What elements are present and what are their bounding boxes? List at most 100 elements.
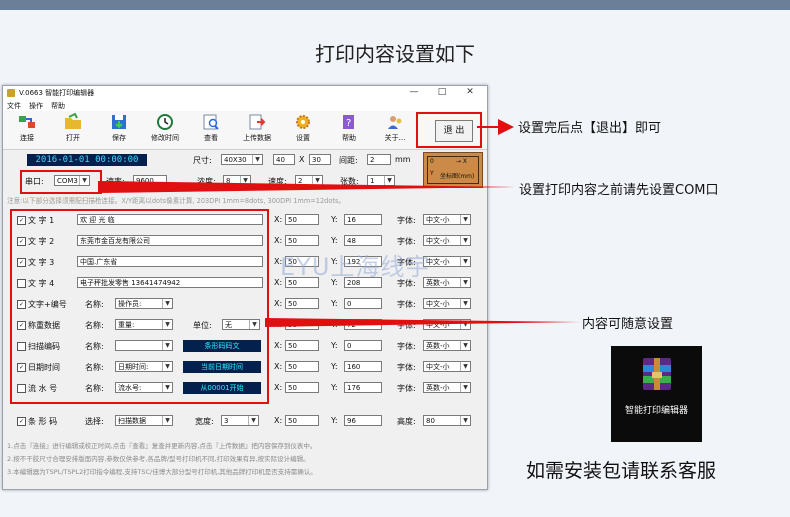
unit-select[interactable]: 无 ▼ <box>222 319 260 330</box>
menu-file[interactable]: 文件 <box>7 101 21 111</box>
chevron-down-icon: ▼ <box>312 176 322 185</box>
row-checkbox[interactable]: ✓ <box>17 363 26 372</box>
name-select[interactable]: 操作员: ▼ <box>115 298 173 309</box>
baud-input[interactable]: 9600 <box>133 175 167 186</box>
name-label: 名称: <box>85 384 104 393</box>
exit-button[interactable]: 退 出 <box>435 120 473 142</box>
density-select[interactable]: 8 ▼ <box>223 175 251 186</box>
x-input[interactable]: 50 <box>285 382 319 393</box>
font-select[interactable]: 中文-小 ▼ <box>423 214 471 225</box>
text-input[interactable]: 中国.广东省 <box>77 256 263 267</box>
barcode-select[interactable]: 扫描数据 ▼ <box>115 415 173 426</box>
name-select[interactable]: ▼ <box>115 340 173 351</box>
font-select[interactable]: 英数-小 ▼ <box>423 340 471 351</box>
row-checkbox[interactable]: ✓ <box>17 237 26 246</box>
menu-help[interactable]: 帮助 <box>51 101 65 111</box>
y-input[interactable]: 48 <box>344 235 382 246</box>
text-input[interactable]: 东莞市金百龙有限公司 <box>77 235 263 246</box>
text-input[interactable]: 电子秤批发零售 13641474942 <box>77 277 263 288</box>
com-annotation: 设置打印内容之前请先设置COM口 <box>519 183 719 198</box>
content-annotation: 内容可随意设置 <box>582 317 674 332</box>
y-input[interactable]: 16 <box>344 214 382 225</box>
row-label: 称重数据 <box>28 321 60 330</box>
x-input[interactable]: 50 <box>285 298 319 309</box>
row-checkbox[interactable]: ✓ <box>17 300 26 309</box>
y-input[interactable]: 0 <box>344 298 382 309</box>
upload-icon <box>247 113 267 131</box>
gap-input[interactable]: 2 <box>367 154 391 165</box>
x-input[interactable]: 50 <box>285 340 319 351</box>
x-label: X: <box>274 236 283 245</box>
barcode-y-input[interactable]: 96 <box>344 415 382 426</box>
minimize-button[interactable]: — <box>403 87 425 97</box>
font-select[interactable]: 中文-小 ▼ <box>423 319 471 330</box>
font-select[interactable]: 中文-小 ▼ <box>423 298 471 309</box>
menu-operate[interactable]: 操作 <box>29 101 43 111</box>
toolbar-save-button[interactable]: 保存 <box>99 113 139 143</box>
toolbar-help-button[interactable]: ? 帮助 <box>329 113 369 143</box>
y-input[interactable]: 0 <box>344 340 382 351</box>
y-input[interactable]: 160 <box>344 361 382 372</box>
height-input[interactable]: 30 <box>309 154 331 165</box>
toolbar-connect-button[interactable]: 连接 <box>7 113 47 143</box>
field-button[interactable]: 条形码码文 <box>183 340 261 352</box>
footer-line: 3.本编辑器为TSPL/TSPL2打印指令编程,支持TSC/佳博大部分型号打印机… <box>7 468 317 476</box>
port-select[interactable]: COM3 ▼ <box>54 175 90 186</box>
field-button[interactable]: 当前日期时间 <box>183 361 261 373</box>
baud-label: 速率: <box>106 177 125 186</box>
chevron-down-icon: ▼ <box>460 416 470 425</box>
speed-select[interactable]: 2 ▼ <box>295 175 323 186</box>
x-input[interactable]: 50 <box>285 214 319 225</box>
font-select[interactable]: 英数-小 ▼ <box>423 382 471 393</box>
barcode-height-select[interactable]: 80 ▼ <box>423 415 471 426</box>
toolbar-about-button[interactable]: 关于... <box>375 113 415 143</box>
x-input[interactable]: 50 <box>285 319 319 330</box>
row-label: 文 字 2 <box>28 237 55 246</box>
width-input[interactable]: 40 <box>273 154 295 165</box>
toolbar-open-button[interactable]: 打开 <box>53 112 93 143</box>
toolbar-settings-button[interactable]: 设置 <box>283 113 323 143</box>
font-select[interactable]: 中文-小 ▼ <box>423 235 471 246</box>
chevron-down-icon: ▼ <box>460 341 470 350</box>
x-input[interactable]: 50 <box>285 235 319 246</box>
row-checkbox[interactable]: ✓ <box>17 321 26 330</box>
row-checkbox[interactable] <box>17 342 26 351</box>
barcode-x-input[interactable]: 50 <box>285 415 319 426</box>
row-checkbox[interactable] <box>17 384 26 393</box>
name-select[interactable]: 流水号: ▼ <box>115 382 173 393</box>
x-input[interactable]: 50 <box>285 361 319 372</box>
name-select[interactable]: 重量: ▼ <box>115 319 173 330</box>
barcode-checkbox[interactable]: ✓ <box>17 417 26 426</box>
row-checkbox[interactable]: ✓ <box>17 216 26 225</box>
row-checkbox[interactable] <box>17 279 26 288</box>
name-value: 操作员: <box>118 300 142 308</box>
chevron-down-icon: ▼ <box>460 299 470 308</box>
y-label: Y: <box>331 341 338 350</box>
barcode-row: ✓ 条 形 码 选择: 扫描数据 ▼ 宽度: 3 ▼ X: 50 Y: 96 高度:… <box>7 414 485 432</box>
text-input[interactable]: 欢 迎 光 临 <box>77 214 263 225</box>
toolbar-time-button[interactable]: 修改时间 <box>145 113 185 143</box>
toolbar-upload-button[interactable]: 上传数据 <box>237 113 277 143</box>
toolbar-label: 帮助 <box>342 134 356 142</box>
font-select[interactable]: 中文-小 ▼ <box>423 361 471 372</box>
size-select[interactable]: 40X30 ▼ <box>221 154 263 165</box>
toolbar-label: 连接 <box>20 134 34 142</box>
chevron-down-icon: ▼ <box>79 176 89 185</box>
copies-select[interactable]: 1 ▼ <box>367 175 395 186</box>
toolbar-label: 保存 <box>112 134 126 142</box>
name-value: 重量: <box>118 321 135 329</box>
field-button[interactable]: 从00001开始 <box>183 382 261 394</box>
barcode-width-select[interactable]: 3 ▼ <box>221 415 259 426</box>
editor-window: V.0663 智能打印编辑器 — □ ✕ 文件 操作 帮助 连接 打开 保存 修… <box>2 85 488 490</box>
row-checkbox[interactable]: ✓ <box>17 258 26 267</box>
toolbar-label: 查看 <box>204 134 218 142</box>
barcode-height-value: 80 <box>426 417 435 425</box>
y-input[interactable]: 72 <box>344 319 382 330</box>
close-button[interactable]: ✕ <box>459 87 481 97</box>
toolbar-view-button[interactable]: 查看 <box>191 113 231 143</box>
name-select[interactable]: 日期时间: ▼ <box>115 361 173 372</box>
preview-x-axis: → X <box>456 158 468 165</box>
y-input[interactable]: 176 <box>344 382 382 393</box>
chevron-down-icon: ▼ <box>162 416 172 425</box>
maximize-button[interactable]: □ <box>431 87 453 97</box>
